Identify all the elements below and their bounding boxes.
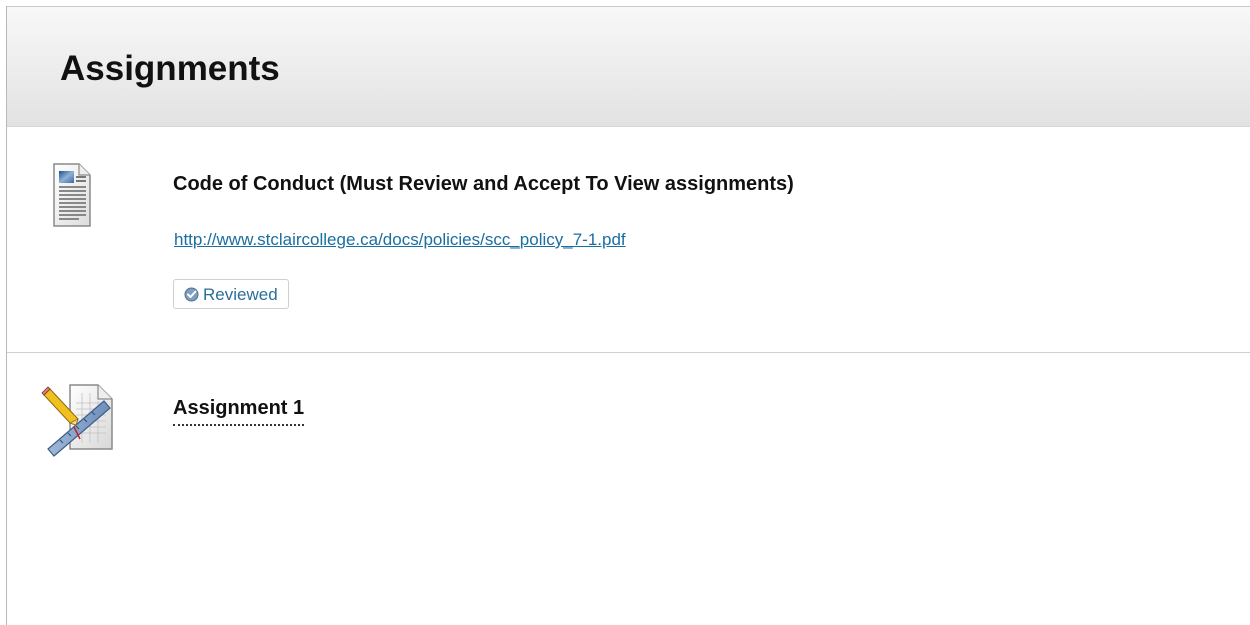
page-header: Assignments <box>7 7 1250 127</box>
item-title: Code of Conduct (Must Review and Accept … <box>173 173 794 195</box>
status-label: Reviewed <box>203 284 278 304</box>
item-title: Assignment 1 <box>173 397 305 426</box>
check-icon <box>184 287 199 302</box>
document-icon <box>52 162 92 228</box>
content-item-assignment-1: Assignment 1 <box>7 353 1250 625</box>
content-item-code-of-conduct: Code of Conduct (Must Review and Accept … <box>7 127 1250 353</box>
reviewed-status-button[interactable]: Reviewed <box>173 279 289 309</box>
assignment-1-link[interactable]: Assignment 1 <box>173 397 305 426</box>
assignment-icon <box>40 381 118 459</box>
page-title: Assignments <box>60 49 280 88</box>
assignments-page: Assignments Code of Conduct (Must Review… <box>0 0 1250 625</box>
policy-pdf-link[interactable]: http://www.stclaircollege.ca/docs/polici… <box>174 230 626 250</box>
